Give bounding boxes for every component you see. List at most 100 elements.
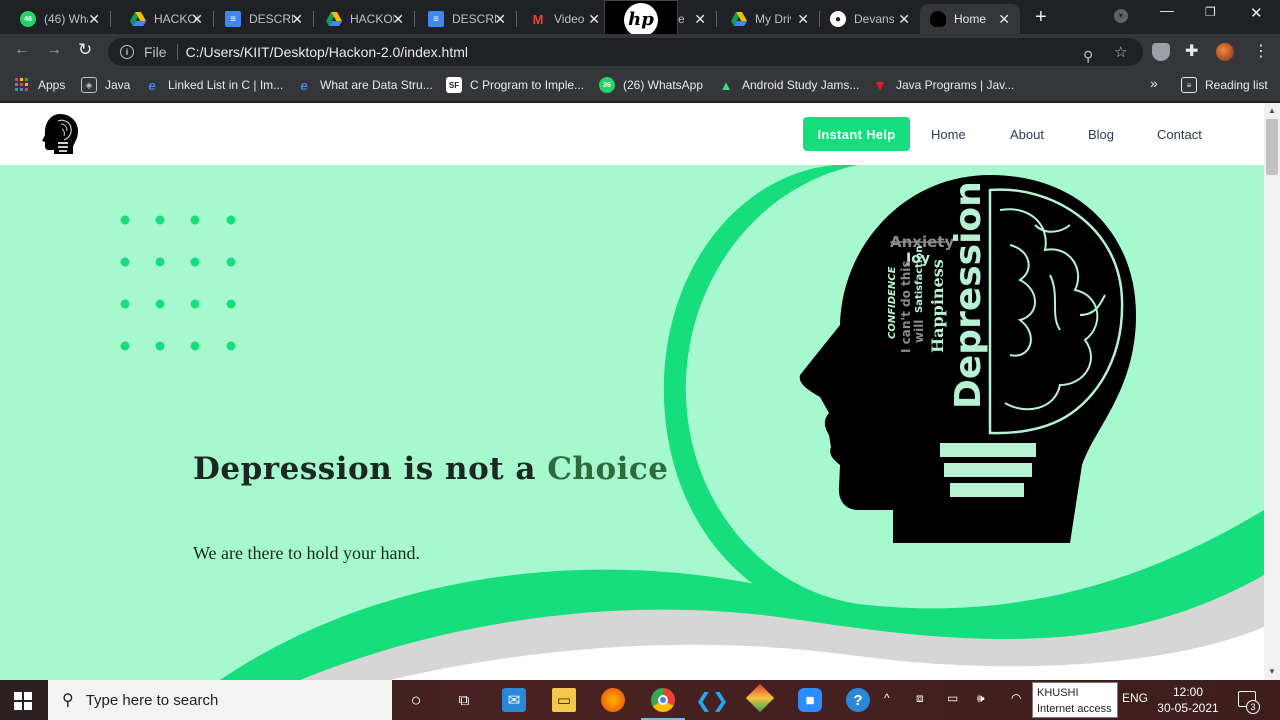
volume-icon[interactable]: 🕪 bbox=[977, 691, 985, 706]
new-tab-icon[interactable]: + bbox=[1035, 6, 1047, 29]
wifi-icon[interactable]: ◠ bbox=[1011, 691, 1021, 705]
tab-title: Home bbox=[954, 12, 987, 26]
instant-help-button[interactable]: Instant Help bbox=[803, 117, 910, 151]
whatsapp-icon: 26 bbox=[599, 77, 615, 93]
search-icon: ⚲ bbox=[62, 692, 74, 709]
google-drive-icon bbox=[130, 11, 146, 27]
menu-kebab-icon[interactable]: ⋮ bbox=[1253, 41, 1269, 61]
info-icon[interactable]: i bbox=[120, 45, 134, 59]
notification-badge: 3 bbox=[1246, 700, 1260, 714]
tab-title: DESCRIPTION bbox=[249, 12, 293, 26]
tab-description-2[interactable]: ≡ DESCRIPTION ✕ bbox=[408, 4, 516, 34]
language-indicator[interactable]: ENG bbox=[1122, 691, 1148, 705]
firefox-icon[interactable] bbox=[601, 688, 625, 712]
bookmark-c-program[interactable]: SF C Program to Imple... bbox=[446, 77, 584, 93]
bookmark-label: Java Programs | Jav... bbox=[896, 78, 1015, 92]
nav-link-contact[interactable]: Contact bbox=[1157, 127, 1202, 142]
whatsapp-icon: 46 bbox=[20, 11, 36, 27]
battery-icon[interactable]: ▭ bbox=[947, 691, 958, 705]
tab-title: (46) WhatsApp bbox=[44, 12, 88, 26]
reading-list[interactable]: ≡ Reading list bbox=[1181, 77, 1268, 93]
gmail-icon: M bbox=[532, 11, 544, 27]
reload-icon[interactable]: ↻ bbox=[78, 40, 92, 60]
tab-hackon-2[interactable]: HACKON ✕ bbox=[306, 4, 414, 34]
restore-icon[interactable]: ❐ bbox=[1205, 5, 1216, 19]
close-icon[interactable]: ✕ bbox=[998, 11, 1010, 28]
sf-icon: SF bbox=[446, 77, 462, 93]
reading-list-label: Reading list bbox=[1205, 78, 1268, 92]
tab-whatsapp[interactable]: 46 (46) WhatsApp ✕ bbox=[0, 4, 110, 34]
close-icon[interactable]: ✕ bbox=[588, 11, 600, 28]
close-icon[interactable]: ✕ bbox=[494, 11, 506, 28]
cortana-icon[interactable]: ○ bbox=[404, 688, 428, 712]
tab-hackon[interactable]: HACKON ✕ bbox=[110, 4, 213, 34]
browser-toolbar: ← → ↻ i File C:/Users/KIIT/Desktop/Hacko… bbox=[0, 34, 1280, 70]
close-icon[interactable]: ✕ bbox=[392, 11, 404, 28]
bookmark-java[interactable]: ◈ Java bbox=[81, 77, 130, 93]
bookmarks-more[interactable]: » bbox=[1150, 75, 1158, 91]
meet-now-icon[interactable]: ⧈ bbox=[916, 691, 924, 706]
file-explorer-icon[interactable]: ▭ bbox=[552, 688, 576, 712]
bookmark-star-icon[interactable]: ☆ bbox=[1114, 43, 1127, 61]
bookmark-label: Apps bbox=[38, 78, 66, 92]
nav-link-about[interactable]: About bbox=[1010, 127, 1044, 142]
zoom-app-icon[interactable]: ■ bbox=[798, 688, 822, 712]
avatar[interactable] bbox=[1216, 43, 1234, 61]
task-view-icon[interactable]: ⧉ bbox=[452, 688, 476, 712]
page-scrollbar[interactable]: ▲ ▼ bbox=[1264, 103, 1280, 680]
google-drive-icon bbox=[326, 11, 342, 27]
shield-extension-icon[interactable] bbox=[1152, 43, 1170, 61]
tab-my-drive[interactable]: My Drive ✕ bbox=[711, 4, 819, 34]
back-icon[interactable]: ← bbox=[14, 41, 30, 59]
word-confidence: CONFIDENCE bbox=[887, 266, 898, 339]
close-icon[interactable]: ✕ bbox=[191, 11, 203, 28]
bookmark-data-structures[interactable]: e What are Data Stru... bbox=[296, 77, 433, 93]
bookmark-linked-list[interactable]: e Linked List in C | Im... bbox=[144, 77, 283, 93]
close-icon[interactable]: ✕ bbox=[898, 11, 910, 28]
window-close-icon[interactable]: ✕ bbox=[1250, 4, 1263, 22]
taskbar-clock[interactable]: 12:00 30-05-2021 bbox=[1150, 684, 1226, 716]
bookmark-label: What are Data Stru... bbox=[320, 78, 433, 92]
tab-search-icon[interactable]: ▾ bbox=[1114, 9, 1128, 23]
nav-link-home[interactable]: Home bbox=[931, 127, 966, 142]
bookmark-whatsapp[interactable]: 26 (26) WhatsApp bbox=[599, 77, 703, 93]
tab-title: e bbox=[678, 12, 685, 26]
site-logo[interactable] bbox=[40, 113, 80, 155]
wifi-name: KHUSHI bbox=[1037, 687, 1079, 699]
mail-icon[interactable]: ✉ bbox=[502, 688, 526, 712]
close-icon[interactable]: ✕ bbox=[694, 11, 706, 28]
tab-description[interactable]: ≡ DESCRIPTION ✕ bbox=[205, 4, 313, 34]
close-icon[interactable]: ✕ bbox=[291, 11, 303, 28]
minimize-icon[interactable]: — bbox=[1160, 2, 1174, 18]
divider bbox=[176, 44, 178, 60]
zoom-icon[interactable]: ⚲ bbox=[1083, 48, 1093, 65]
url-scheme: File bbox=[144, 44, 167, 60]
nav-link-blog[interactable]: Blog bbox=[1088, 127, 1114, 142]
tab-home-active[interactable]: Home ✕ bbox=[920, 4, 1020, 34]
tab-github[interactable]: ● Devanshi ✕ bbox=[810, 4, 920, 34]
close-icon[interactable]: ✕ bbox=[88, 11, 100, 28]
windows-start-icon[interactable] bbox=[14, 692, 32, 715]
address-bar[interactable]: i File C:/Users/KIIT/Desktop/Hackon-2.0/… bbox=[108, 38, 1143, 66]
bookmark-apps[interactable]: Apps bbox=[14, 77, 65, 93]
close-icon[interactable]: ✕ bbox=[797, 11, 809, 28]
scroll-down-icon[interactable]: ▼ bbox=[1268, 667, 1276, 676]
headline-main: Depression is not a bbox=[193, 451, 548, 487]
forward-icon[interactable]: → bbox=[46, 41, 62, 59]
scroll-up-icon[interactable]: ▲ bbox=[1268, 106, 1276, 115]
show-hidden-icons[interactable]: ^ bbox=[884, 691, 890, 705]
windows-taskbar: ⚲ Type here to search ○ ⧉ ✉ ▭ ❮❯ ■ ? ^ ⧈… bbox=[0, 680, 1280, 720]
chrome-icon[interactable] bbox=[651, 688, 675, 712]
bookmark-android[interactable]: ▲ Android Study Jams... bbox=[718, 77, 860, 93]
url-text[interactable]: C:/Users/KIIT/Desktop/Hackon-2.0/index.h… bbox=[186, 44, 468, 60]
hp-logo-icon: hp bbox=[624, 3, 658, 37]
bookmark-java-programs[interactable]: ▼ Java Programs | Jav... bbox=[872, 77, 1014, 93]
vscode-icon[interactable]: ❮❯ bbox=[695, 688, 729, 712]
scroll-thumb[interactable] bbox=[1266, 119, 1278, 175]
tab-gmail-video[interactable]: M Video ✕ bbox=[510, 4, 610, 34]
taskbar-search[interactable]: ⚲ Type here to search bbox=[48, 680, 392, 720]
extensions-icon[interactable]: ✚ bbox=[1185, 41, 1198, 61]
help-app-icon[interactable]: ? bbox=[846, 688, 870, 712]
tab-strip: 46 (46) WhatsApp ✕ HACKON ✕ ≡ DESCRIPTIO… bbox=[0, 0, 1280, 52]
tab-title: Devanshi bbox=[854, 12, 894, 26]
